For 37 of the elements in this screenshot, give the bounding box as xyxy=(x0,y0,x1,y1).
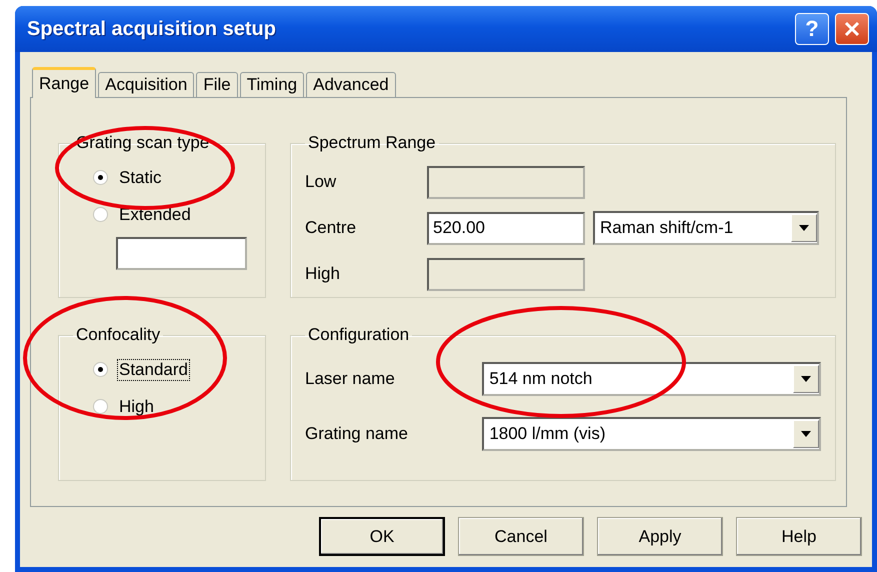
dialog-button[interactable]: Cancel xyxy=(458,517,584,556)
help-button[interactable]: ? xyxy=(795,13,829,45)
radio-button[interactable] xyxy=(93,362,108,377)
radio-button[interactable] xyxy=(93,170,108,185)
field-label: Grating name xyxy=(305,424,409,444)
group-title: Confocality xyxy=(75,325,162,345)
radio-button[interactable] xyxy=(93,207,108,222)
close-button[interactable] xyxy=(835,13,869,45)
group-title: Configuration xyxy=(307,325,410,345)
dropdown[interactable]: 514 nm notch xyxy=(482,362,821,396)
dialog-button[interactable]: Apply xyxy=(597,517,723,556)
dropdown-arrow-icon xyxy=(801,376,811,382)
radio-label[interactable]: Static xyxy=(118,168,163,188)
field-label: Centre xyxy=(305,218,358,238)
tab[interactable]: Advanced xyxy=(306,72,396,98)
field-label: Laser name xyxy=(305,368,396,388)
tab[interactable]: Timing xyxy=(240,72,304,98)
tab[interactable]: Range xyxy=(32,67,96,98)
input-field[interactable]: 520.00 xyxy=(427,212,585,244)
tab[interactable]: Acquisition xyxy=(98,72,194,98)
dialog-button[interactable]: Help xyxy=(736,517,862,556)
dropdown-arrow-icon xyxy=(799,225,809,231)
input-field[interactable] xyxy=(116,237,247,270)
field-label: Low xyxy=(305,172,338,192)
radio-button[interactable] xyxy=(93,399,108,414)
dropdown[interactable]: 1800 l/mm (vis) xyxy=(482,416,821,450)
radio-label[interactable]: High xyxy=(118,396,155,416)
close-icon xyxy=(844,21,860,37)
tab[interactable]: File xyxy=(196,72,238,98)
dropdown-arrow-icon xyxy=(801,430,811,436)
dialog-button[interactable]: OK xyxy=(319,517,445,556)
radio-label[interactable]: Extended xyxy=(118,204,192,224)
field-label: High xyxy=(305,264,341,284)
units-dropdown[interactable]: Raman shift/cm-1 xyxy=(593,211,819,245)
group-title: Spectrum Range xyxy=(307,133,437,153)
radio-label[interactable]: Standard xyxy=(118,360,189,380)
window-title: Spectral acquisition setup xyxy=(27,18,277,40)
